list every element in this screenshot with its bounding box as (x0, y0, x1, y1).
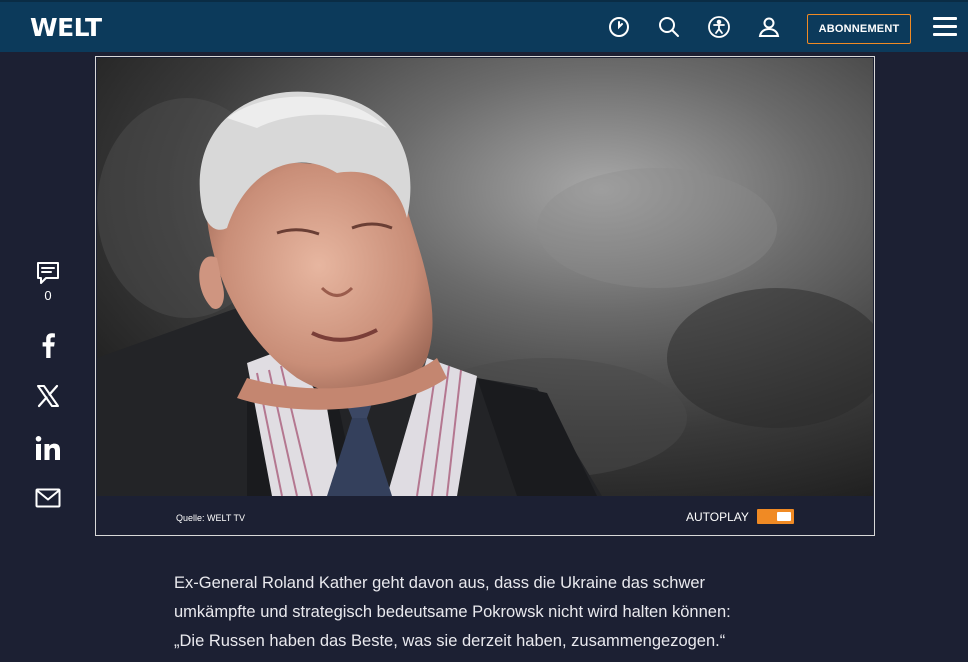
clock-icon[interactable] (606, 14, 632, 40)
user-icon[interactable] (756, 14, 782, 40)
video-source: Quelle: WELT TV (176, 513, 246, 523)
linkedin-icon (35, 436, 60, 460)
facebook-icon (42, 333, 55, 358)
share-mail-button[interactable] (30, 488, 66, 508)
video-controls-bar: Quelle: WELT TV AUTOPLAY (96, 496, 874, 536)
comment-icon (37, 262, 59, 284)
share-facebook-button[interactable] (30, 332, 66, 358)
menu-icon[interactable] (933, 17, 957, 39)
share-x-button[interactable] (30, 384, 66, 408)
comment-count: 0 (44, 288, 52, 303)
x-icon (37, 384, 59, 408)
accessibility-icon[interactable] (706, 14, 732, 40)
welt-logo[interactable]: WELT (30, 14, 102, 42)
article-intro: Ex-General Roland Kather geht davon aus,… (174, 569, 794, 656)
video-player: Quelle: WELT TV AUTOPLAY (95, 56, 875, 536)
autoplay-label: AUTOPLAY (686, 510, 749, 524)
comments-button[interactable]: 0 (30, 260, 66, 303)
article-line: Ex-General Roland Kather geht davon aus,… (174, 574, 706, 592)
article-line: „Die Russen haben das Beste, was sie der… (174, 632, 726, 650)
mail-icon (35, 488, 61, 508)
search-icon[interactable] (656, 14, 682, 40)
video-still[interactable] (97, 58, 873, 496)
autoplay-toggle-knob (777, 512, 791, 521)
share-linkedin-button[interactable] (30, 435, 66, 461)
subscribe-button[interactable]: ABONNEMENT (807, 14, 911, 44)
site-header: WELT ABONNEMENT (0, 0, 968, 52)
article-line: umkämpfte und strategisch bedeutsame Pok… (174, 603, 731, 621)
autoplay-toggle[interactable] (757, 509, 794, 524)
